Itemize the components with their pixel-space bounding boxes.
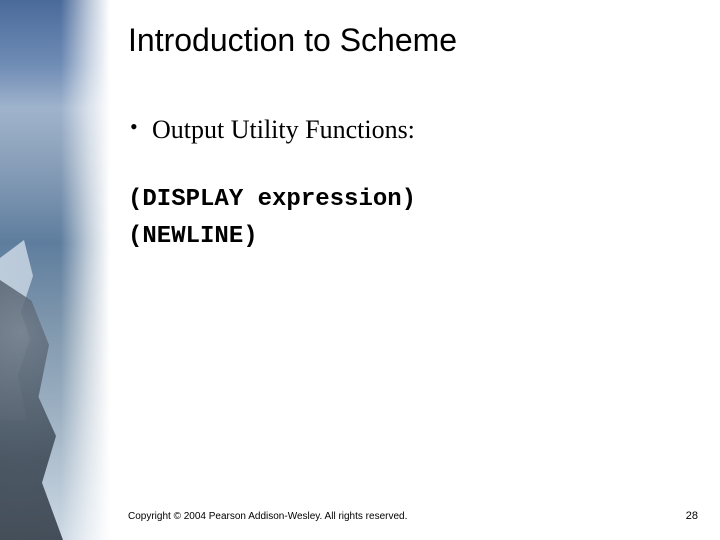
code-line-1: (DISPLAY expression) — [128, 181, 690, 218]
page-number: 28 — [686, 510, 698, 522]
code-line-2: (NEWLINE) — [128, 218, 690, 255]
slide: Introduction to Scheme Output Utility Fu… — [0, 0, 720, 540]
bullet-list: Output Utility Functions: — [128, 113, 690, 147]
bullet-item: Output Utility Functions: — [152, 113, 690, 147]
code-block: (DISPLAY expression) (NEWLINE) — [128, 181, 690, 255]
mountain-rock — [0, 280, 70, 540]
sidebar-image — [0, 0, 110, 540]
slide-title: Introduction to Scheme — [128, 22, 690, 59]
content-area: Introduction to Scheme Output Utility Fu… — [128, 22, 690, 255]
copyright-footer: Copyright © 2004 Pearson Addison-Wesley.… — [128, 511, 407, 522]
